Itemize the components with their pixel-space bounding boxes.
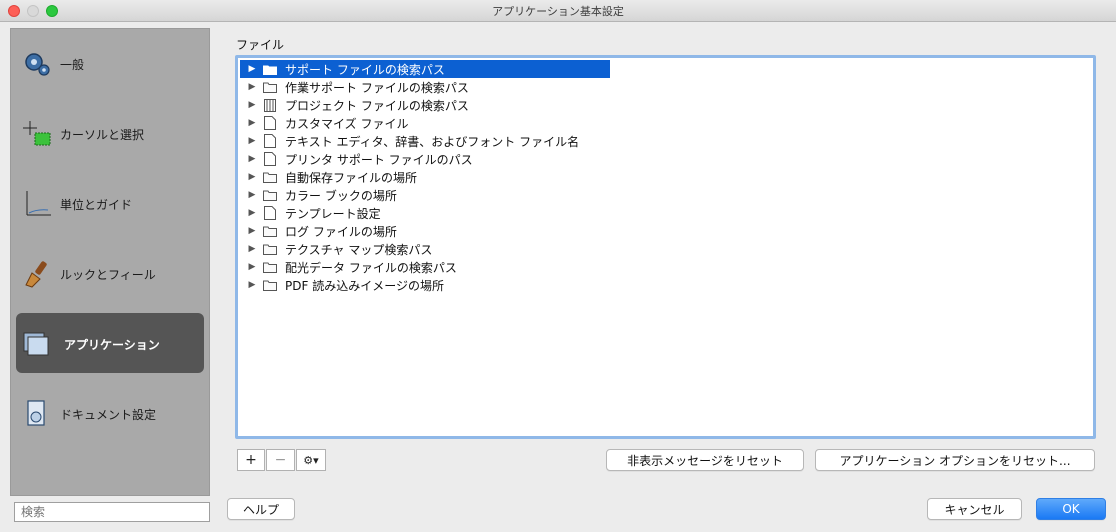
sidebar-item-units-guides[interactable]: 単位とガイド: [16, 173, 204, 233]
expand-arrow-icon[interactable]: ▶: [242, 208, 262, 218]
expand-arrow-icon[interactable]: ▶: [242, 100, 262, 110]
sidebar-item-cursor-selection[interactable]: カーソルと選択: [16, 103, 204, 163]
tree-row[interactable]: ▶ 配光データ ファイルの検索パス: [240, 258, 610, 276]
application-windows-icon: [23, 332, 49, 356]
tree-row-label: プロジェクト ファイルの検索パス: [285, 98, 469, 113]
tree-row-label: カスタマイズ ファイル: [285, 116, 409, 131]
tree-row-label: 作業サポート ファイルの検索パス: [285, 80, 469, 95]
tree-row-label: プリンタ サポート ファイルのパス: [285, 152, 473, 167]
remove-button[interactable]: −: [266, 449, 295, 471]
sidebar-item-label: カーソルと選択: [60, 128, 145, 142]
tree-row-label: 自動保存ファイルの場所: [285, 170, 418, 185]
files-section-label: ファイル: [236, 38, 285, 52]
sidebar-item-label: ドキュメント設定: [60, 408, 157, 422]
sidebar-item-label: アプリケーション: [64, 338, 160, 352]
title-bar: アプリケーション基本設定: [0, 0, 1116, 22]
tree-row[interactable]: ▶ PDF 読み込みイメージの場所: [240, 276, 610, 294]
sidebar-item-label: 一般: [60, 58, 85, 72]
expand-arrow-icon[interactable]: ▶: [242, 82, 262, 92]
sidebar-item-look-feel[interactable]: ルックとフィール: [16, 243, 204, 303]
project-file-icon: [262, 98, 278, 112]
tree-row[interactable]: ▶ 自動保存ファイルの場所: [240, 168, 610, 186]
folder-icon: [262, 224, 278, 238]
tree-row[interactable]: ▶ テクスチャ マップ検索パス: [240, 240, 610, 258]
folder-icon: [262, 188, 278, 202]
tree-row[interactable]: ▶ プリンタ サポート ファイルのパス: [240, 150, 610, 168]
folder-icon: [262, 170, 278, 184]
tree-row-label: テクスチャ マップ検索パス: [285, 242, 433, 257]
help-button[interactable]: ヘルプ: [227, 498, 295, 520]
folder-icon: [262, 62, 278, 76]
folder-icon: [262, 242, 278, 256]
units-guides-icon: [26, 191, 51, 216]
folder-icon: [262, 80, 278, 94]
document-icon: [262, 134, 278, 148]
tree-row-label: 配光データ ファイルの検索パス: [285, 260, 457, 275]
brush-icon: [25, 261, 47, 288]
expand-arrow-icon[interactable]: ▶: [242, 244, 262, 254]
search-input[interactable]: [14, 502, 210, 522]
expand-arrow-icon[interactable]: ▶: [242, 226, 262, 236]
tree-row[interactable]: ▶ ログ ファイルの場所: [240, 222, 610, 240]
sidebar-item-document-settings[interactable]: ドキュメント設定: [16, 383, 204, 443]
add-button[interactable]: +: [237, 449, 265, 471]
expand-arrow-icon[interactable]: ▶: [242, 118, 262, 128]
tree-row-label: カラー ブックの場所: [285, 188, 397, 203]
tree-row[interactable]: ▶ カスタマイズ ファイル: [240, 114, 610, 132]
sidebar-item-application[interactable]: アプリケーション: [16, 313, 204, 373]
expand-arrow-icon[interactable]: ▶: [242, 172, 262, 182]
document-icon: [262, 116, 278, 130]
sidebar-item-label: 単位とガイド: [60, 198, 133, 212]
expand-arrow-icon[interactable]: ▶: [242, 154, 262, 164]
cancel-button[interactable]: キャンセル: [927, 498, 1022, 520]
expand-arrow-icon[interactable]: ▶: [242, 136, 262, 146]
tree-row[interactable]: ▶ サポート ファイルの検索パス: [240, 60, 610, 78]
ok-button[interactable]: OK: [1036, 498, 1106, 520]
expand-arrow-icon[interactable]: ▶: [242, 262, 262, 272]
expand-arrow-icon[interactable]: ▶: [242, 280, 262, 290]
tree-row[interactable]: ▶ 作業サポート ファイルの検索パス: [240, 78, 610, 96]
gear-menu-button[interactable]: ⚙▾: [296, 449, 326, 471]
reset-hidden-messages-button[interactable]: 非表示メッセージをリセット: [606, 449, 804, 471]
tree-row-label: ログ ファイルの場所: [285, 224, 397, 239]
document-icon: [262, 206, 278, 220]
document-settings-icon: [27, 400, 45, 426]
folder-icon: [262, 278, 278, 292]
tree-row[interactable]: ▶ カラー ブックの場所: [240, 186, 610, 204]
tree-row-label: サポート ファイルの検索パス: [285, 62, 445, 77]
cursor-selection-icon: [23, 121, 51, 146]
sidebar-item-general[interactable]: 一般: [16, 33, 204, 93]
tree-row-label: テキスト エディタ、辞書、およびフォント ファイル名: [285, 134, 580, 149]
document-icon: [262, 152, 278, 166]
reset-application-options-button[interactable]: アプリケーション オプションをリセット...: [815, 449, 1095, 471]
window-title: アプリケーション基本設定: [492, 5, 624, 18]
tree-row-label: テンプレート設定: [285, 206, 381, 221]
tree-row[interactable]: ▶ プロジェクト ファイルの検索パス: [240, 96, 610, 114]
file-tree[interactable]: ▶ サポート ファイルの検索パス ▶ 作業サポート ファイルの検索パス ▶ プロ…: [235, 55, 1096, 439]
folder-icon: [262, 260, 278, 274]
expand-arrow-icon[interactable]: ▶: [242, 64, 262, 74]
expand-arrow-icon[interactable]: ▶: [242, 190, 262, 200]
sidebar: 一般 カーソルと選択 単位とガイド ルックとフィール アプリケーション ドキュメ…: [10, 28, 210, 496]
tree-row-label: PDF 読み込みイメージの場所: [285, 278, 444, 293]
tree-row[interactable]: ▶ テキスト エディタ、辞書、およびフォント ファイル名: [240, 132, 610, 150]
gear-icon: [25, 53, 50, 76]
tree-row[interactable]: ▶ テンプレート設定: [240, 204, 610, 222]
sidebar-item-label: ルックとフィール: [60, 268, 156, 282]
